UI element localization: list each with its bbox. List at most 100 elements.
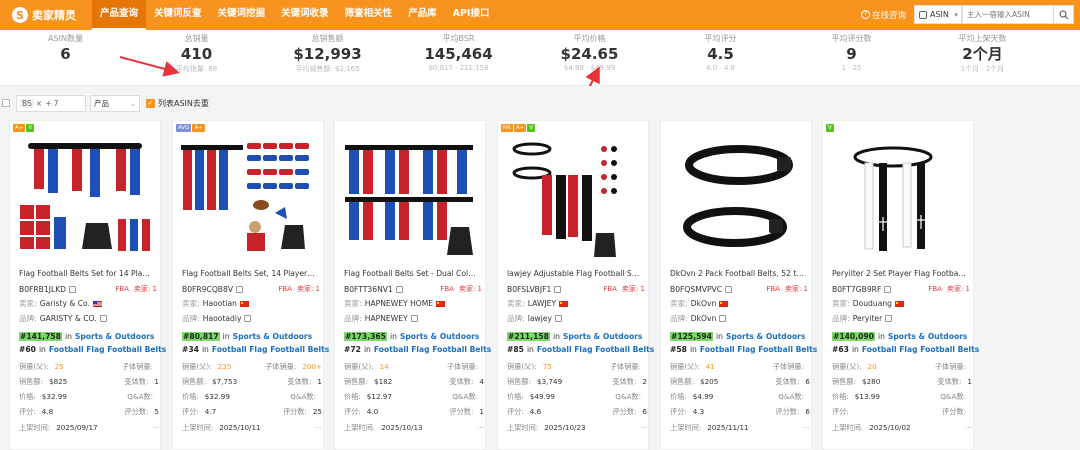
product-asin[interactable]: B0FR9CQB8V xyxy=(182,285,233,294)
nav-product-library[interactable]: 产品库 xyxy=(400,0,445,30)
more-icon[interactable]: ··· xyxy=(803,423,810,433)
tag-select[interactable]: BS × + 7 xyxy=(16,94,86,112)
brand-name[interactable]: lawjey xyxy=(528,314,552,323)
copy-icon[interactable] xyxy=(236,285,244,293)
copy-icon[interactable] xyxy=(884,285,892,293)
product-asin[interactable]: B0FT7GB9RF xyxy=(832,285,881,294)
more-icon[interactable]: ··· xyxy=(477,423,484,433)
copy-icon[interactable] xyxy=(725,285,733,293)
copy-icon[interactable] xyxy=(555,315,562,322)
more-icon[interactable]: ··· xyxy=(965,423,972,433)
rating-label: 评分: xyxy=(507,407,524,416)
chevron-down-icon: ▾ xyxy=(954,10,958,19)
product-card[interactable]: AVG A+ Flag Football Belts Set, 14 Player… xyxy=(172,120,329,450)
nav-keyword-mining[interactable]: 关键词挖掘 xyxy=(210,0,274,30)
search-button[interactable] xyxy=(1054,5,1074,24)
product-card[interactable]: NR A+ V lawjey Adjustable Flag Football Se… xyxy=(497,120,654,450)
market-select[interactable]: ASIN ▾ xyxy=(914,5,962,24)
category-sub-link[interactable]: Football Flag Football Belts xyxy=(49,345,166,354)
brand-name[interactable]: DkOvn xyxy=(691,314,717,323)
product-title[interactable]: lawjey Adjustable Flag Football Set,... xyxy=(507,269,642,278)
category-sub-link[interactable]: Football Flag Football Belts xyxy=(374,345,491,354)
product-image[interactable] xyxy=(14,135,156,259)
type-select[interactable]: 产品 ⌄ xyxy=(90,94,140,112)
search-input[interactable] xyxy=(962,5,1054,24)
logo[interactable]: S 卖家精灵 xyxy=(12,7,92,23)
dedup-toggle[interactable]: ✓ 列表ASIN去重 xyxy=(146,98,209,109)
product-asin[interactable]: B0FQSMVPVC xyxy=(670,285,722,294)
rank-sub: #63 xyxy=(832,345,849,354)
copy-icon[interactable] xyxy=(99,315,107,322)
product-title[interactable]: Peryilter 2 Set Player Flag Football B..… xyxy=(832,269,967,278)
product-title[interactable]: Flag Football Belts Set for 14 Player... xyxy=(19,269,154,278)
nav-api[interactable]: API接口 xyxy=(445,0,498,30)
category-main-link[interactable]: Sports & Outdoors xyxy=(75,332,155,341)
stat-total-sales: 总销量 410 平均销量: 68 xyxy=(131,30,262,85)
nav-keyword-reverse[interactable]: 关键词反查 xyxy=(146,0,210,30)
brand-name[interactable]: GARISTY & CO. xyxy=(40,314,97,323)
product-card[interactable]: Flag Football Belts Set - Dual Color ...… xyxy=(334,120,491,450)
seller-name[interactable]: LAWJEY xyxy=(528,299,556,308)
category-main-link[interactable]: Sports & Outdoors xyxy=(563,332,643,341)
select-all-checkbox[interactable] xyxy=(2,99,10,107)
category-sub-link[interactable]: Football Flag Football Belts xyxy=(212,345,329,354)
category-sub-link[interactable]: Football Flag Football Belts xyxy=(537,345,654,354)
seller-name[interactable]: DkOvn xyxy=(691,299,717,308)
nav-relevance[interactable]: 筛查相关性 xyxy=(337,0,401,30)
seller-name[interactable]: Garisty & Co. xyxy=(40,299,90,308)
nav-product-query[interactable]: 产品查询 xyxy=(92,0,147,30)
product-card[interactable]: A+ V Flag Football Belts Set for 14 Playe… xyxy=(9,120,166,450)
price-label: 价格: xyxy=(507,392,524,401)
category-sub-link[interactable]: Football Flag Football Belts xyxy=(862,345,979,354)
revenue-label: 销售额: xyxy=(344,377,368,386)
more-icon[interactable]: ··· xyxy=(152,423,159,433)
product-title[interactable]: Flag Football Belts Set, 14 Player A... xyxy=(182,269,317,278)
rank-in: in xyxy=(389,332,397,341)
product-image[interactable] xyxy=(827,135,969,259)
metrics-row-revenue: 销售额: $205 变体数: 6 xyxy=(670,377,810,387)
copy-icon[interactable] xyxy=(244,315,252,322)
price-label: 价格: xyxy=(182,392,199,401)
category-main-link[interactable]: Sports & Outdoors xyxy=(726,332,806,341)
stat-value: 6 xyxy=(60,45,71,63)
more-icon[interactable]: ··· xyxy=(640,423,647,433)
rating-value: 4.8 xyxy=(41,407,54,416)
product-title[interactable]: DkOvn 2 Pack Football Belts, 52 to ... xyxy=(670,269,805,278)
seller-name[interactable]: Haootian xyxy=(203,299,237,308)
badge-group: A+ V xyxy=(13,124,35,132)
date-value: 2025/10/23 xyxy=(544,423,586,432)
product-title[interactable]: Flag Football Belts Set - Dual Color ... xyxy=(344,269,479,278)
logo-mark: S xyxy=(12,7,28,23)
more-icon[interactable]: ··· xyxy=(315,423,322,433)
product-image[interactable] xyxy=(665,135,807,259)
category-main-link[interactable]: Sports & Outdoors xyxy=(233,332,313,341)
product-asin[interactable]: B0FRB1JLKD xyxy=(19,285,66,294)
copy-icon[interactable] xyxy=(395,285,403,293)
brand-name[interactable]: Haootadiy xyxy=(203,314,242,323)
brand-name[interactable]: Peryiter xyxy=(853,314,882,323)
product-image[interactable] xyxy=(339,135,481,259)
copy-icon[interactable] xyxy=(410,315,418,322)
product-image[interactable] xyxy=(177,135,319,259)
seller-name[interactable]: HAPNEWEY HOME xyxy=(365,299,433,308)
product-card[interactable]: DkOvn 2 Pack Football Belts, 52 to ... B… xyxy=(660,120,817,450)
sales-label: 销量(父): xyxy=(507,362,537,371)
product-image[interactable] xyxy=(502,135,644,259)
qa-label: Q&A数: xyxy=(778,392,804,401)
category-sub-link[interactable]: Football Flag Football Belts xyxy=(700,345,817,354)
copy-icon[interactable] xyxy=(719,315,727,322)
online-consult[interactable]: ? 在线咨询 xyxy=(860,9,906,21)
category-main-link[interactable]: Sports & Outdoors xyxy=(888,332,968,341)
rank-row-sub: #60 in Football Flag Football Belts xyxy=(19,345,166,354)
copy-icon[interactable] xyxy=(69,285,77,293)
brand-name[interactable]: HAPNEWEY xyxy=(365,314,408,323)
tag-remove-icon[interactable]: × xyxy=(36,99,42,108)
product-asin[interactable]: B0FTT36NV1 xyxy=(344,285,393,294)
nav-keyword-index[interactable]: 关键词收录 xyxy=(273,0,337,30)
seller-name[interactable]: Douduang xyxy=(853,299,892,308)
copy-icon[interactable] xyxy=(885,315,893,322)
product-card[interactable]: V Peryilter 2 Set Player Flag Football B… xyxy=(822,120,979,450)
category-main-link[interactable]: Sports & Outdoors xyxy=(400,332,480,341)
copy-icon[interactable] xyxy=(554,285,562,293)
product-asin[interactable]: B0FSLVBJF1 xyxy=(507,285,551,294)
